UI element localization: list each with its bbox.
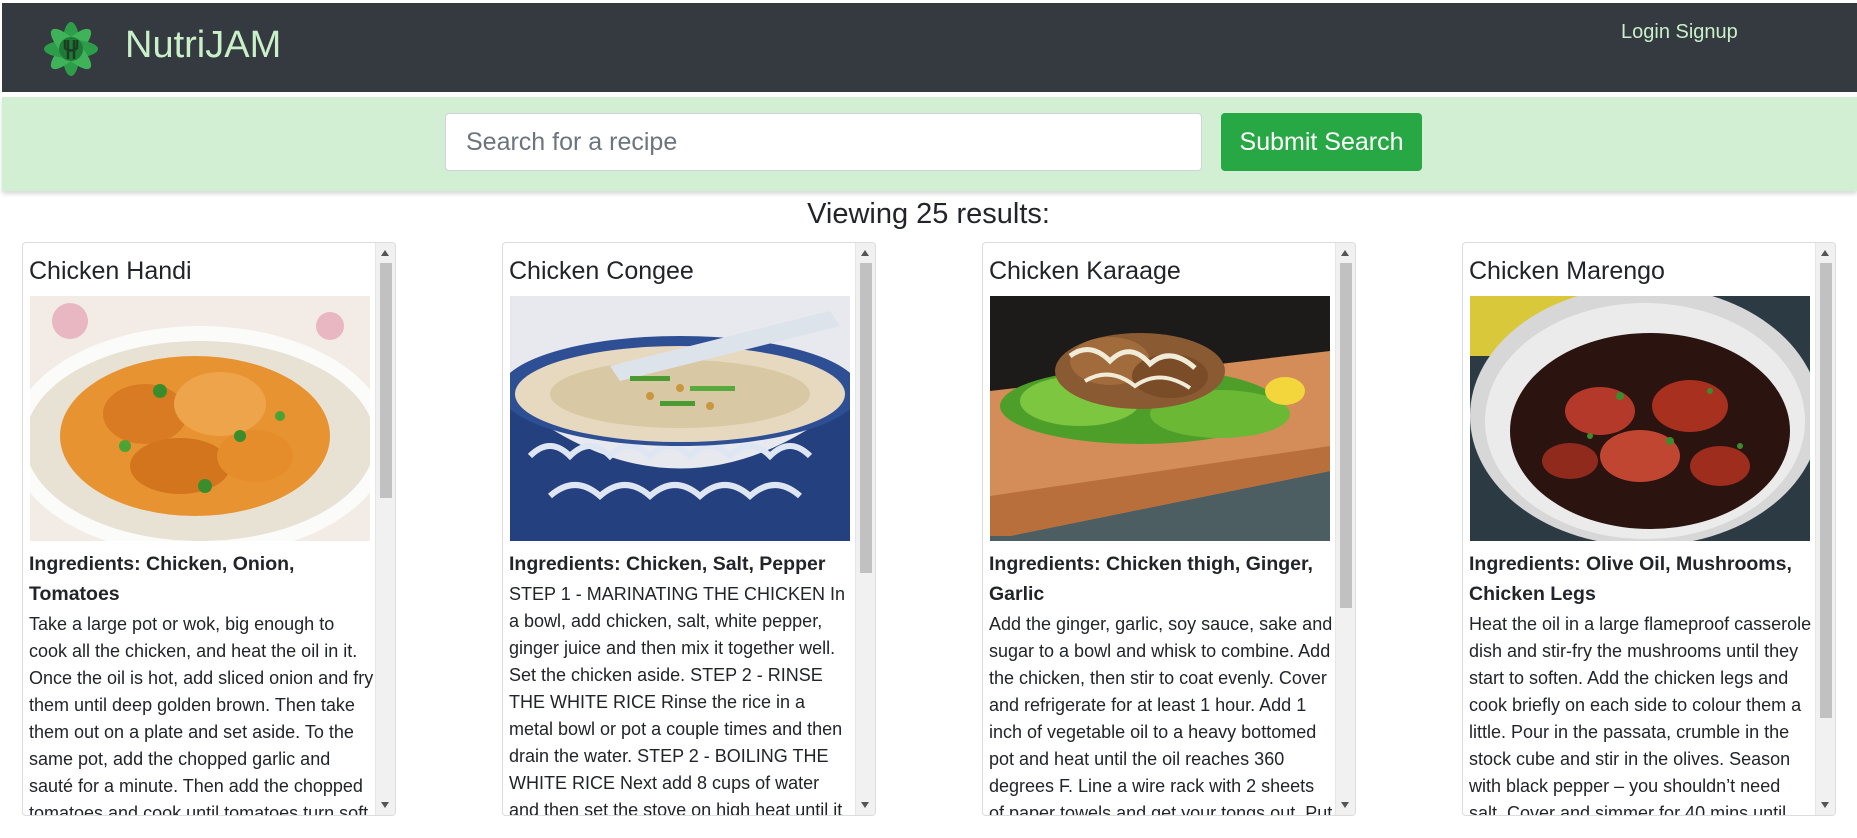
auth-links: Login Signup xyxy=(1621,21,1738,44)
scroll-up-arrow-icon[interactable] xyxy=(1341,250,1349,256)
brand-name[interactable]: NutriJAM xyxy=(125,24,281,67)
submit-search-button[interactable]: Submit Search xyxy=(1221,113,1422,171)
recipe-instructions: Heat the oil in a large flameproof casse… xyxy=(1469,614,1812,815)
recipe-ingredients: Ingredients: Chicken, Onion, Tomatoes xyxy=(29,553,295,605)
signup-link[interactable]: Signup xyxy=(1676,21,1738,43)
scroll-down-arrow-icon[interactable] xyxy=(861,802,869,808)
login-link[interactable]: Login xyxy=(1621,21,1670,43)
casserole-pan-photo[interactable] xyxy=(1470,296,1810,541)
recipe-instructions: STEP 1 - MARINATING THE CHICKEN In a bow… xyxy=(509,584,846,815)
scroll-thumb[interactable] xyxy=(1820,263,1832,718)
recipe-instructions: Take a large pot or wok, big enough to c… xyxy=(29,614,374,815)
scroll-down-arrow-icon[interactable] xyxy=(1341,802,1349,808)
card-scrollbar[interactable] xyxy=(375,243,395,815)
recipe-card[interactable]: Chicken Karaage Ingredients: Chicken thi… xyxy=(982,242,1356,816)
recipe-search-input[interactable] xyxy=(445,113,1202,171)
recipe-instructions: Add the ginger, garlic, soy sauce, sake … xyxy=(989,614,1333,815)
scroll-thumb[interactable] xyxy=(380,263,392,498)
recipe-title[interactable]: Chicken Karaage xyxy=(989,257,1181,286)
recipe-title[interactable]: Chicken Handi xyxy=(29,257,192,286)
scroll-up-arrow-icon[interactable] xyxy=(861,250,869,256)
recipe-card[interactable]: Chicken Congee Ingredients: Chicken, Sal… xyxy=(502,242,876,816)
recipe-ingredients: Ingredients: Chicken, Salt, Pepper xyxy=(509,553,826,575)
scroll-up-arrow-icon[interactable] xyxy=(1821,250,1829,256)
recipe-title[interactable]: Chicken Congee xyxy=(509,257,694,286)
card-scrollbar[interactable] xyxy=(855,243,875,815)
card-scrollbar[interactable] xyxy=(1335,243,1355,815)
nutrijam-logo-icon[interactable] xyxy=(35,13,107,85)
recipe-ingredients: Ingredients: Olive Oil, Mushrooms, Chick… xyxy=(1469,553,1792,605)
search-bar: Submit Search xyxy=(2,97,1857,191)
card-scrollbar[interactable] xyxy=(1815,243,1835,815)
scroll-thumb[interactable] xyxy=(860,263,872,573)
scroll-thumb[interactable] xyxy=(1340,263,1352,608)
scroll-down-arrow-icon[interactable] xyxy=(381,802,389,808)
recipe-card[interactable]: Chicken Marengo Ingredients: Olive Oil, … xyxy=(1462,242,1836,816)
scroll-up-arrow-icon[interactable] xyxy=(381,250,389,256)
curry-dish-photo[interactable] xyxy=(30,296,370,541)
recipe-card[interactable]: Chicken Handi Ingredients: Chicken, Onio… xyxy=(22,242,396,816)
top-navbar: NutriJAM Login Signup xyxy=(2,3,1857,92)
recipe-ingredients: Ingredients: Chicken thigh, Ginger, Garl… xyxy=(989,553,1313,605)
congee-bowl-photo[interactable] xyxy=(510,296,850,541)
results-heading: Viewing 25 results: xyxy=(807,198,1050,230)
scroll-down-arrow-icon[interactable] xyxy=(1821,802,1829,808)
recipe-title[interactable]: Chicken Marengo xyxy=(1469,257,1665,286)
karaage-board-photo[interactable] xyxy=(990,296,1330,541)
